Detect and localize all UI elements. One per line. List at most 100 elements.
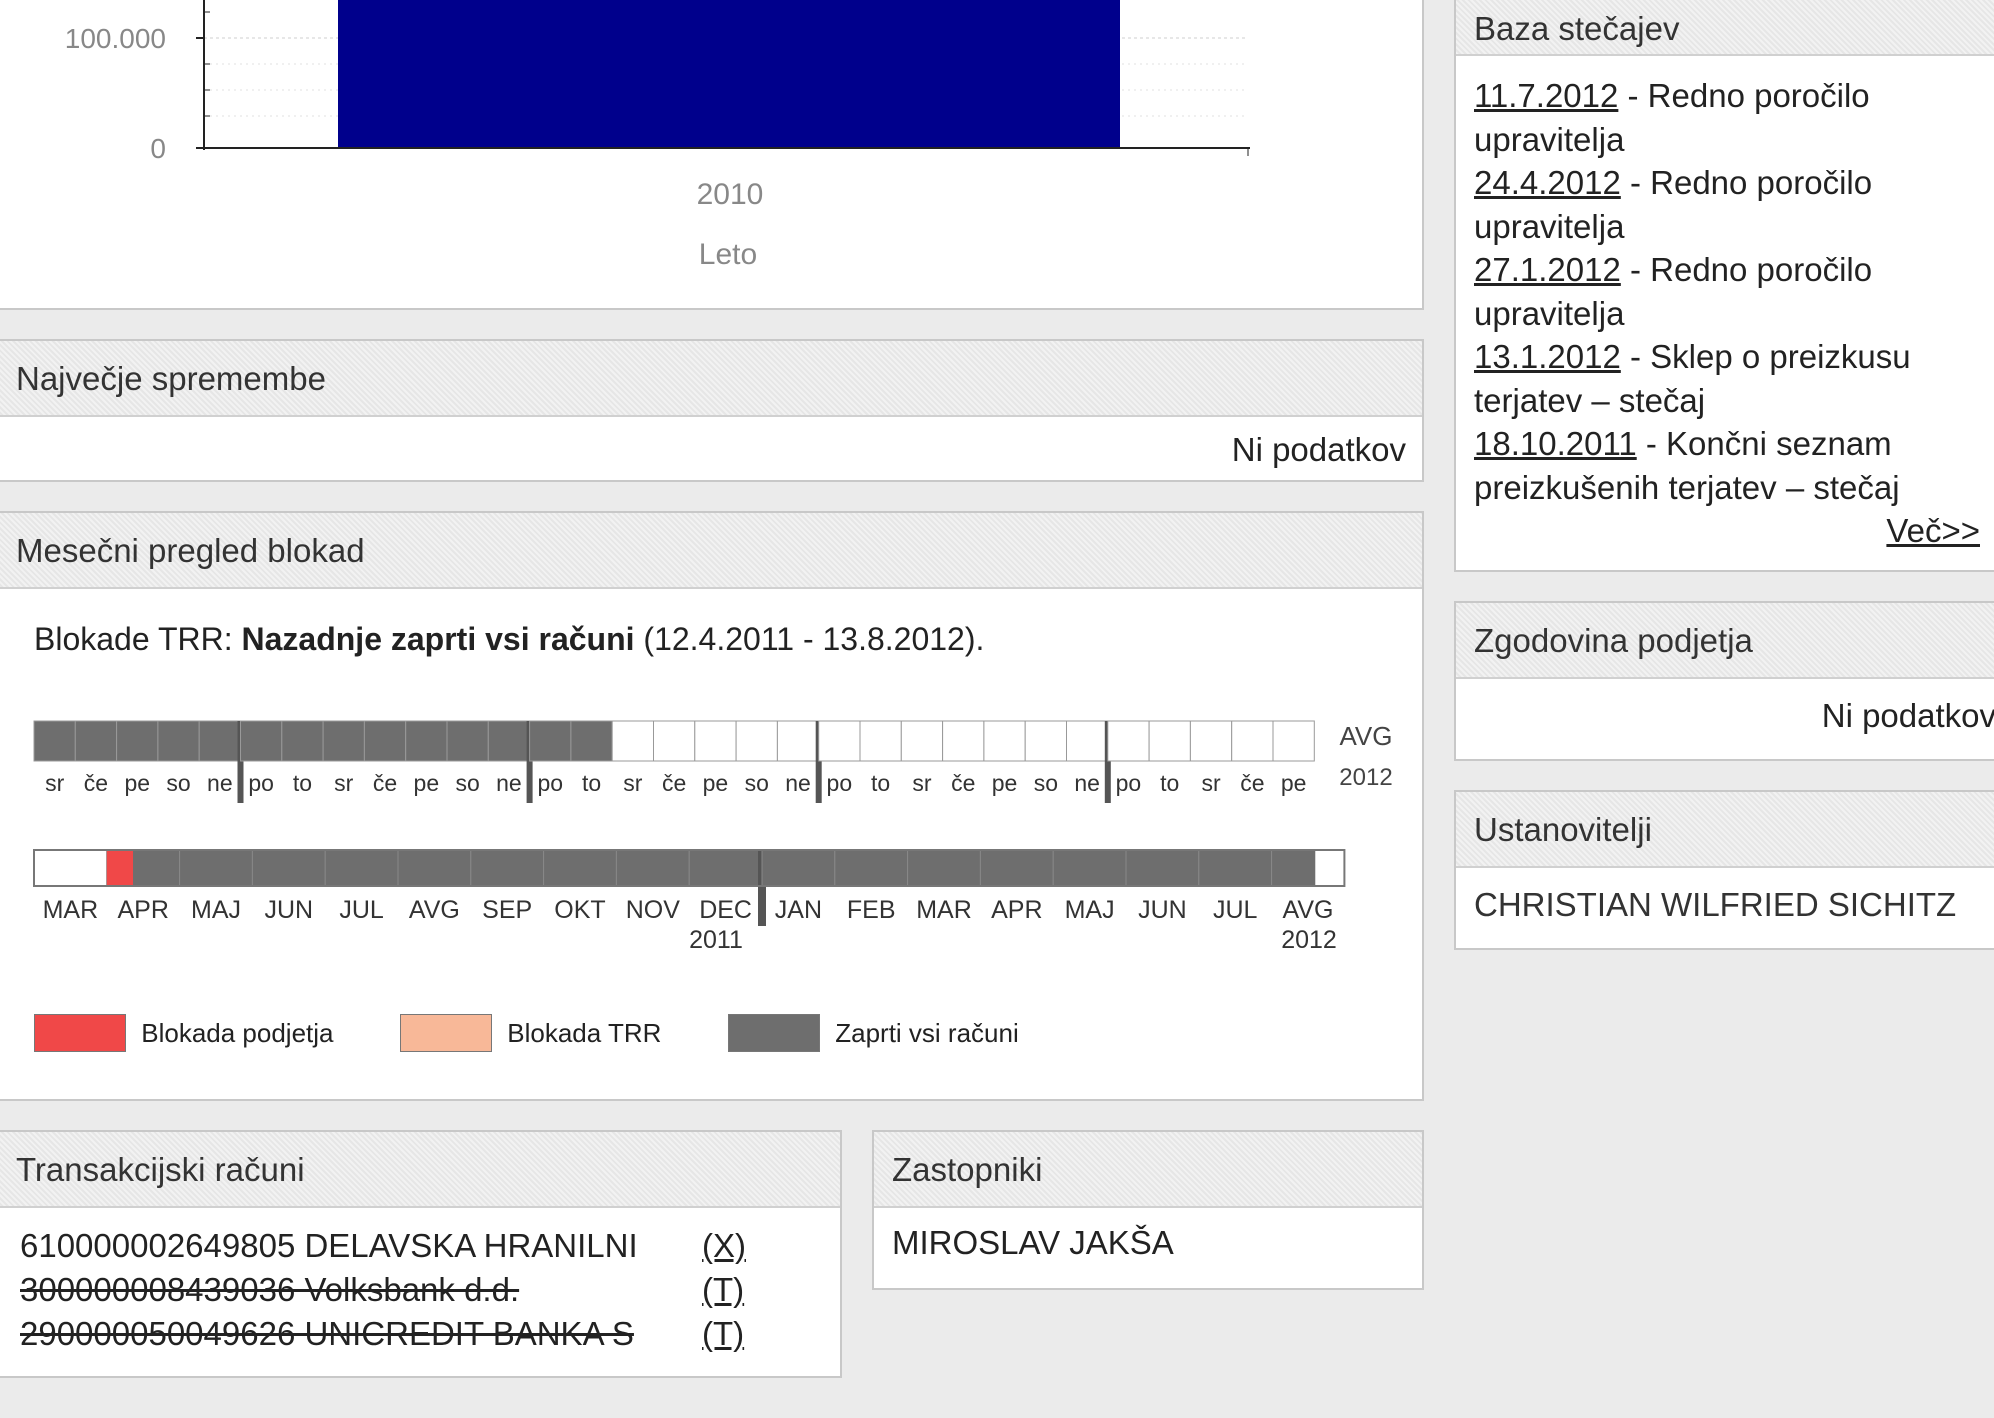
day-label: to [293, 770, 312, 796]
day-cell [405, 720, 448, 762]
representatives-header: Zastopniki [874, 1132, 1422, 1208]
transaction-accounts-panel: Transakcijski računi 610000002649805 DEL… [0, 1130, 842, 1378]
month-cell [761, 849, 836, 887]
day-cell [1107, 720, 1150, 762]
month-label: MAR [916, 896, 972, 924]
accounts-list: 610000002649805 DELAVSKA HRANILNI (X) 30… [0, 1208, 840, 1356]
company-history-header: Zgodovina podjetja [1456, 603, 1994, 679]
day-cell [776, 720, 820, 762]
day-label: sr [623, 770, 643, 796]
day-cell [157, 720, 200, 762]
day-label: če [84, 770, 108, 796]
company-history-title: Zgodovina podjetja [1474, 622, 1753, 659]
day-label: so [166, 770, 190, 796]
monthly-year-label-2012: 2012 [1281, 926, 1337, 954]
day-label: to [871, 770, 890, 796]
account-row: 300000008439036 Volksbank d.d. (T) [20, 1268, 840, 1312]
transaction-accounts-title: Transakcijski računi [16, 1151, 305, 1188]
founder-name: CHRISTIAN WILFRIED SICHITZ [1474, 886, 1957, 923]
day-label: pe [1281, 770, 1307, 796]
day-label: sr [1201, 770, 1221, 796]
month-cell [688, 849, 763, 887]
revenue-chart: 100.000 0 2010 Leto [65, 0, 1250, 271]
day-cell [570, 720, 613, 762]
more-link-row: Več>> [1474, 509, 1994, 553]
day-label: pe [414, 770, 440, 796]
month-open-part [1315, 850, 1345, 886]
legend-item-all-closed: Zaprti vsi računi [728, 1014, 1019, 1052]
bankruptcy-list: 11.7.2012 - Redno poročilo upravitelja 2… [1456, 56, 1994, 553]
x-tick-2010: 2010 [697, 178, 764, 211]
day-label: to [582, 770, 601, 796]
day-cell [900, 720, 944, 762]
legend-item-company-block: Blokada podjetja [34, 1014, 334, 1052]
month-label: DEC [699, 896, 752, 924]
month-label: JAN [775, 896, 822, 924]
day-cell [1148, 720, 1191, 762]
bankruptcy-date-link[interactable]: 24.4.2012 [1474, 164, 1621, 201]
bankruptcy-item: 27.1.2012 - Redno poročilo upravitelja [1474, 251, 1873, 332]
day-label: po [1116, 770, 1142, 796]
day-cell [942, 720, 985, 762]
day-cell [240, 720, 283, 762]
account-number-closed: 300000008439036 Volksbank d.d. [20, 1271, 520, 1308]
biggest-changes-title: Največje spremembe [16, 360, 326, 397]
legend-swatch [400, 1014, 492, 1052]
account-status-link[interactable]: (X) [702, 1224, 746, 1268]
bankruptcy-date-link[interactable]: 18.10.2011 [1474, 425, 1637, 462]
month-label: JUN [1138, 896, 1187, 924]
day-label: pe [703, 770, 729, 796]
day-label: pe [992, 770, 1018, 796]
blockades-header: Mesečni pregled blokad [0, 513, 1422, 589]
blockades-title: Mesečni pregled blokad [16, 532, 365, 569]
day-cell [859, 720, 902, 762]
day-label: po [537, 770, 563, 796]
day-label: po [827, 770, 853, 796]
day-label: če [662, 770, 686, 796]
biggest-changes-panel: Največje spremembe Ni podatkov [0, 339, 1424, 482]
day-cell [1272, 720, 1315, 762]
account-status-link[interactable]: (T) [702, 1312, 744, 1356]
more-link[interactable]: Več>> [1886, 512, 1980, 549]
representative-name: MIROSLAV JAKŠA [892, 1224, 1174, 1261]
blockades-panel: Mesečni pregled blokad Blokade TRR: Naza… [0, 511, 1424, 1101]
month-label: MAJ [1065, 896, 1115, 924]
day-label: ne [207, 770, 233, 796]
day-cell [1231, 720, 1274, 762]
day-label: po [248, 770, 274, 796]
daily-year-label: 2012 [1339, 764, 1392, 791]
account-status-link[interactable]: (T) [702, 1268, 744, 1312]
bankruptcy-date-link[interactable]: 11.7.2012 [1474, 77, 1618, 114]
month-label: JUN [264, 896, 313, 924]
day-label: če [373, 770, 397, 796]
day-cell [818, 720, 861, 762]
month-cell [834, 849, 909, 887]
month-cell [251, 849, 326, 887]
founders-panel: Ustanovitelji CHRISTIAN WILFRIED SICHITZ [1454, 790, 1994, 950]
month-label: AVG [1283, 896, 1334, 924]
representatives-panel: Zastopniki MIROSLAV JAKŠA [872, 1130, 1424, 1290]
bankruptcy-title: Baza stečajev [1474, 10, 1680, 47]
day-cell [611, 720, 655, 762]
bankruptcy-header: Baza stečajev [1456, 0, 1994, 56]
month-company-block [106, 850, 134, 886]
bankruptcy-date-link[interactable]: 27.1.2012 [1474, 251, 1621, 288]
month-cell [543, 849, 617, 887]
account-row: 610000002649805 DELAVSKA HRANILNI (X) [20, 1224, 840, 1268]
month-cell [470, 849, 545, 887]
month-label: OKT [554, 896, 605, 924]
month-label: JUL [339, 896, 384, 924]
day-label: ne [496, 770, 522, 796]
month-cell [324, 849, 399, 887]
month-label: MAR [43, 896, 99, 924]
month-label: MAJ [191, 896, 241, 924]
monthly-year-label-2011: 2011 [689, 926, 743, 954]
company-history-panel: Zgodovina podjetja Ni podatkov [1454, 601, 1994, 761]
day-label: sr [45, 770, 65, 796]
bankruptcy-date-link[interactable]: 13.1.2012 [1474, 338, 1621, 375]
month-label: AVG [409, 896, 460, 924]
month-label: APR [117, 896, 168, 924]
month-cell [979, 849, 1054, 887]
day-cell [363, 720, 407, 762]
day-cell [1024, 720, 1067, 762]
